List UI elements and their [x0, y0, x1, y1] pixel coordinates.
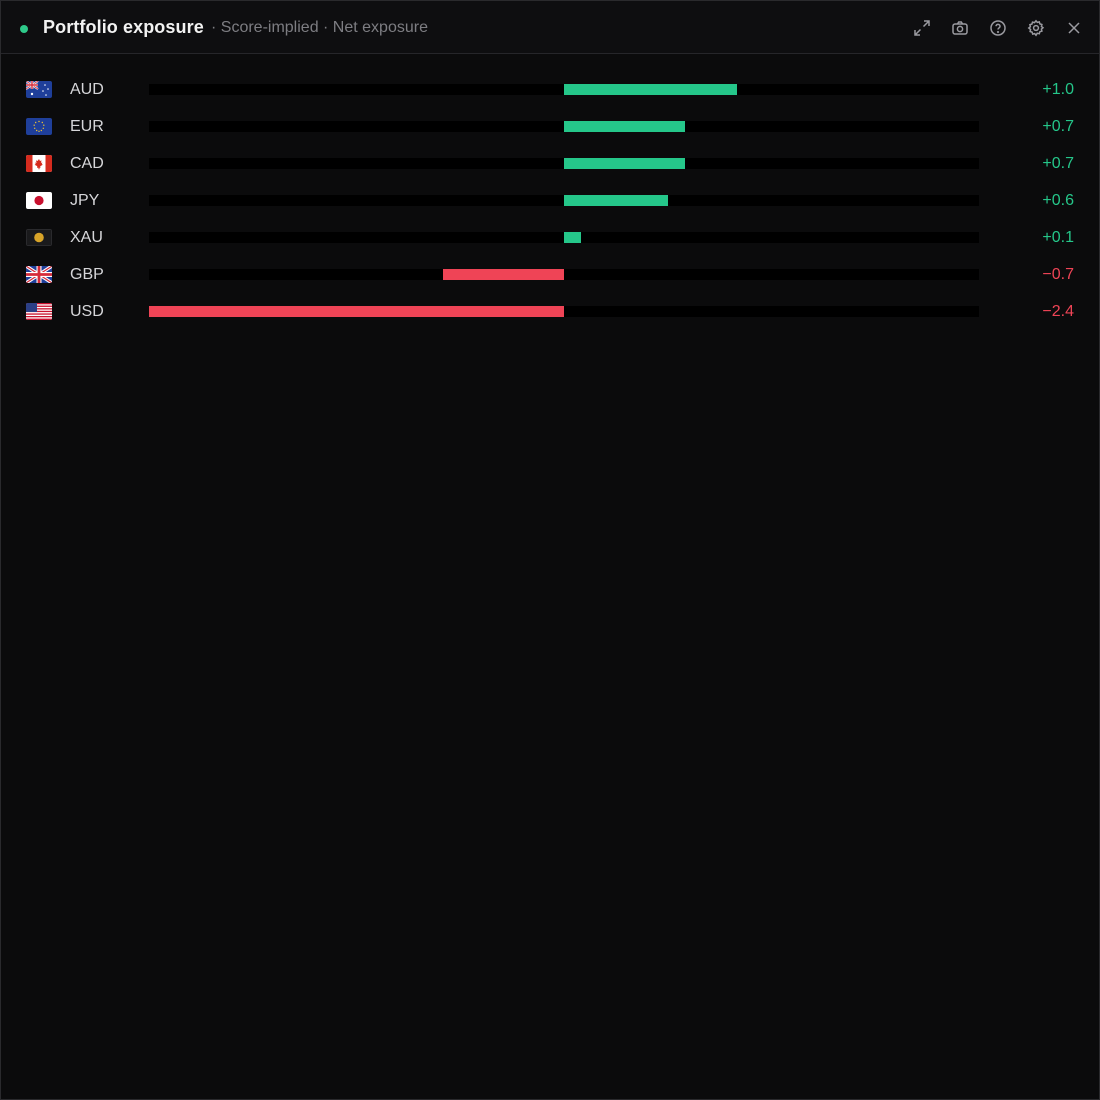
exposure-track [149, 158, 979, 169]
camera-icon[interactable] [947, 15, 973, 41]
exposure-bar [564, 158, 686, 169]
exposure-row-usd: USD −2.4 [1, 293, 1099, 330]
exposure-row-cad: CAD +0.7 [1, 145, 1099, 182]
exposure-row-jpy: JPY +0.6 [1, 182, 1099, 219]
currency-code: USD [70, 303, 104, 320]
expand-icon[interactable] [909, 15, 935, 41]
close-icon[interactable] [1061, 15, 1087, 41]
exposure-row-aud: AUD +1.0 [1, 71, 1099, 108]
gb-flag-icon [26, 266, 52, 283]
currency-code: CAD [70, 155, 104, 172]
currency-code: JPY [70, 192, 100, 209]
exposure-track [149, 232, 979, 243]
status-dot [20, 25, 28, 33]
help-icon[interactable] [985, 15, 1011, 41]
exposure-bar [564, 121, 686, 132]
exposure-bar [564, 232, 582, 243]
currency-code: GBP [70, 266, 104, 283]
currency-code: AUD [70, 81, 104, 98]
exposure-track [149, 84, 979, 95]
au-flag-icon [26, 81, 52, 98]
exposure-row-gbp: GBP −0.7 [1, 256, 1099, 293]
exposure-bar [564, 195, 668, 206]
currency-code: XAU [70, 229, 103, 246]
jp-flag-icon [26, 192, 52, 209]
exposure-value: +0.7 [1042, 118, 1074, 135]
exposure-value: +0.1 [1042, 229, 1074, 246]
exposure-bar [442, 269, 564, 280]
exposure-value: +1.0 [1042, 81, 1074, 98]
exposure-value: +0.6 [1042, 192, 1074, 209]
panel-subtitle: · Score-implied · Net exposure [211, 19, 428, 36]
ca-flag-icon [26, 155, 52, 172]
exposure-value: −0.7 [1042, 266, 1074, 283]
gold-icon [26, 229, 52, 246]
exposure-bar [564, 84, 737, 95]
portfolio-exposure-panel: Portfolio exposure · Score-implied · Net… [0, 0, 1100, 1100]
exposure-track [149, 121, 979, 132]
exposure-track [149, 306, 979, 317]
settings-icon[interactable] [1023, 15, 1049, 41]
header-actions [909, 15, 1087, 41]
exposure-value: −2.4 [1042, 303, 1074, 320]
exposure-track [149, 195, 979, 206]
exposure-row-xau: XAU +0.1 [1, 219, 1099, 256]
panel-header: Portfolio exposure · Score-implied · Net… [1, 1, 1099, 54]
exposure-track [149, 269, 979, 280]
exposure-row-eur: EUR +0.7 [1, 108, 1099, 145]
exposure-value: +0.7 [1042, 155, 1074, 172]
currency-code: EUR [70, 118, 104, 135]
exposure-bar [149, 306, 564, 317]
panel-title: Portfolio exposure [43, 17, 204, 37]
us-flag-icon [26, 303, 52, 320]
eu-flag-icon [26, 118, 52, 135]
